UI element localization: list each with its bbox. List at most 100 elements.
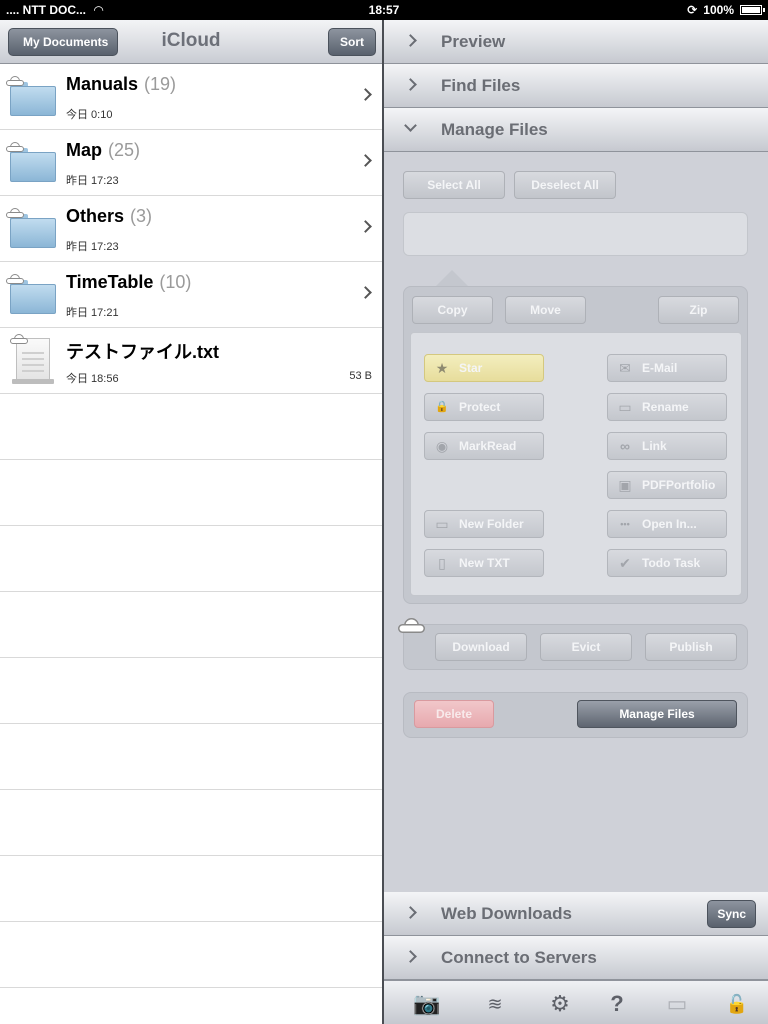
chevron-right-icon (404, 950, 417, 963)
battery-percent: 100% (703, 3, 734, 17)
empty-row (0, 460, 382, 526)
wifi-icon[interactable]: ≋ (480, 991, 510, 1017)
new-txt-icon: ▯ (438, 555, 446, 571)
open-in-button[interactable]: ••• Open In... (607, 510, 727, 538)
action-label: Link (642, 439, 667, 453)
action-label: New Folder (459, 517, 524, 531)
move-button[interactable]: Move (505, 296, 586, 324)
empty-row (0, 790, 382, 856)
action-label: Protect (459, 400, 501, 414)
action-label: Todo Task (642, 556, 701, 570)
chevron-right-icon (359, 286, 372, 299)
empty-row (0, 658, 382, 724)
battery-icon (740, 5, 765, 15)
camera-icon[interactable]: 📷 (412, 991, 442, 1017)
panel-pointer (436, 270, 468, 286)
cloud-icon (6, 274, 24, 284)
list-item-others[interactable]: Others (3) 昨日 17:23 (0, 196, 382, 262)
copy-button[interactable]: Copy (412, 296, 493, 324)
list-item-map[interactable]: Map (25) 昨日 17:23 (0, 130, 382, 196)
folder-icon (10, 280, 56, 314)
item-size: 53 B (349, 370, 372, 382)
rename-button[interactable]: ▭ Rename (607, 393, 727, 421)
item-date: 今日 18:56 (66, 373, 119, 385)
publish-button[interactable]: Publish (645, 633, 737, 661)
file-list: Manuals (19) 今日 0:10 Map (25) 昨日 17:23 Oth… (0, 64, 382, 988)
section-manage-files[interactable]: Manage Files (384, 108, 768, 152)
pdf-portfolio-icon: ▣ (618, 477, 632, 493)
gear-icon[interactable]: ⚙ (545, 991, 575, 1017)
file-browser-pane: My Documents iCloud Sort Manuals (19) 今日 … (0, 20, 382, 1024)
action-label: E-Mail (642, 361, 678, 375)
sync-button[interactable]: Sync (707, 900, 756, 928)
item-name: テストファイル.txt (66, 342, 219, 362)
markread-button[interactable]: ◉ MarkRead (424, 432, 544, 460)
item-count: (3) (130, 206, 153, 226)
action-label: New TXT (459, 556, 510, 570)
status-bar: .... NTT DOC... ◠ 18:57 ⟳ 100% (0, 0, 768, 20)
empty-row (0, 724, 382, 790)
tools-pane: Preview Find Files Manage Files Select A… (384, 20, 768, 1024)
zip-button[interactable]: Zip (658, 296, 739, 324)
help-icon[interactable]: ? (602, 991, 632, 1017)
empty-row (0, 922, 382, 988)
bottom-toolbar: 📷 ≋ ⚙ ? ▭ 🔓 (384, 980, 768, 1024)
list-item-timetable[interactable]: TimeTable (10) 昨日 17:21 (0, 262, 382, 328)
evict-button[interactable]: Evict (540, 633, 632, 661)
item-count: (19) (144, 74, 177, 94)
star-icon: ★ (435, 360, 449, 376)
empty-row (0, 394, 382, 460)
rename-icon: ▭ (618, 399, 632, 415)
list-item-manuals[interactable]: Manuals (19) 今日 0:10 (0, 64, 382, 130)
envelope-icon: ✉ (619, 360, 631, 376)
new-txt-button[interactable]: ▯ New TXT (424, 549, 544, 577)
email-button[interactable]: ✉ E-Mail (607, 354, 727, 382)
manage-files-content: Select All Deselect All Copy Move Zip ★ … (384, 152, 768, 892)
empty-row (0, 592, 382, 658)
select-all-button[interactable]: Select All (403, 171, 505, 199)
item-count: (10) (159, 272, 192, 292)
delete-button[interactable]: Delete (414, 700, 494, 728)
section-preview[interactable]: Preview (384, 20, 768, 64)
download-button[interactable]: Download (435, 633, 527, 661)
chevron-right-icon (359, 154, 372, 167)
cloud-icon (6, 76, 24, 86)
list-item-test-file[interactable]: テストファイル.txt 今日 18:56 53 B (0, 328, 382, 394)
new-folder-icon: ▭ (435, 516, 449, 532)
clock: 18:57 (368, 3, 400, 17)
link-button[interactable]: ∞ Link (607, 432, 727, 460)
section-web-downloads[interactable]: Web Downloads Sync (384, 892, 768, 936)
item-date: 昨日 17:23 (66, 175, 119, 187)
selection-display (403, 212, 748, 256)
item-name: Manuals (66, 74, 139, 94)
pdf-portfolio-button[interactable]: ▣ PDFPortfolio (607, 471, 727, 499)
chevron-down-icon (404, 119, 417, 132)
folder-icon (10, 148, 56, 182)
deselect-all-button[interactable]: Deselect All (514, 171, 616, 199)
manage-files-button[interactable]: Manage Files (577, 700, 737, 728)
item-name: TimeTable (66, 272, 154, 292)
protect-button[interactable]: 🔒 Protect (424, 393, 544, 421)
text-file-icon (12, 338, 54, 384)
section-connect-to-servers[interactable]: Connect to Servers (384, 936, 768, 980)
ellipsis-icon: ••• (620, 519, 630, 529)
sort-button[interactable]: Sort (328, 28, 376, 56)
action-label: Open In... (642, 517, 697, 531)
item-date: 昨日 17:23 (66, 241, 119, 253)
new-folder-button[interactable]: ▭ New Folder (424, 510, 544, 538)
star-button[interactable]: ★ Star (424, 354, 544, 382)
chevron-right-icon (359, 88, 372, 101)
item-count: (25) (108, 140, 141, 160)
empty-row (0, 856, 382, 922)
monitor-icon[interactable]: ▭ (662, 991, 692, 1017)
rotation-lock-icon: ⟳ (687, 3, 698, 17)
item-date: 昨日 17:21 (66, 307, 119, 319)
todo-task-button[interactable]: ✔ Todo Task (607, 549, 727, 577)
lock-icon: 🔒 (435, 401, 449, 413)
unlock-icon[interactable]: 🔓 (722, 991, 752, 1017)
cloud-icon (10, 334, 28, 344)
link-icon: ∞ (620, 438, 630, 454)
section-find-files[interactable]: Find Files (384, 64, 768, 108)
item-name: Map (66, 140, 102, 160)
checkmark-icon: ✔ (619, 555, 631, 571)
